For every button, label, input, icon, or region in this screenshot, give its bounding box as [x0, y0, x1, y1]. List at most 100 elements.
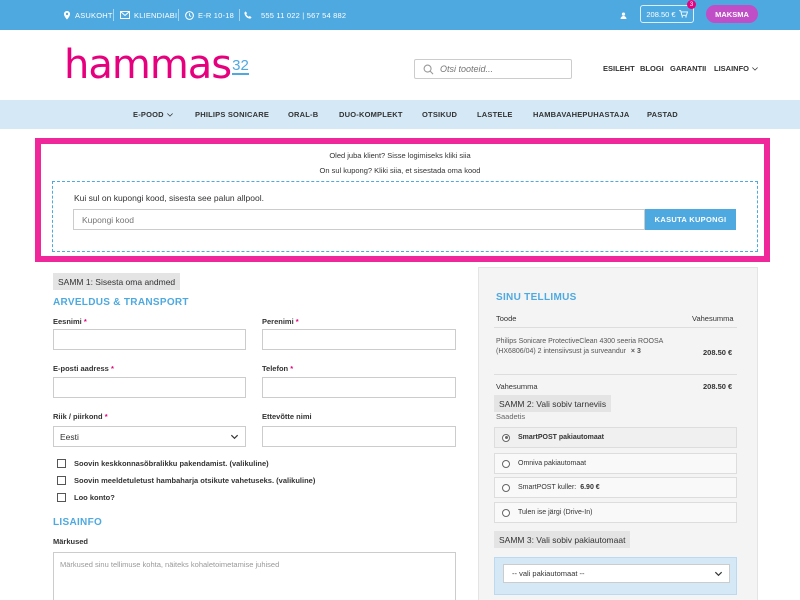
coupon-description: Kui sul on kupongi kood, sisesta see pal…: [74, 193, 264, 203]
phone-label: 555 11 022 | 567 54 882: [261, 10, 347, 20]
menu-hambavahepuhastaja[interactable]: HAMBAVAHEPUHASTAJA: [533, 100, 630, 129]
step-3-badge: SAMM 3: Vali sobiv pakiautomaat: [494, 531, 631, 548]
create-account-checkbox-row[interactable]: Loo konto?: [57, 493, 115, 502]
radio-unselected[interactable]: [502, 483, 510, 492]
billing-title: ARVELDUS & TRANSPORT: [53, 297, 189, 308]
menu-e-pood[interactable]: E-POOD: [133, 100, 173, 129]
order-title: SINU TELLIMUS: [496, 292, 577, 303]
support-label: KLIENDIABI: [134, 10, 178, 20]
radio-unselected[interactable]: [502, 459, 510, 468]
divider: [494, 374, 737, 375]
required-mark: *: [83, 317, 87, 326]
nav-warranty[interactable]: GARANTII: [670, 64, 706, 73]
parcel-locker-select[interactable]: -- vali pakiautomaat --: [503, 564, 730, 583]
divider: [178, 9, 179, 21]
top-bar: ASUKOHT KLIENDIABI E-R 10-18 555 11 022 …: [0, 0, 800, 30]
phone-link[interactable]: 555 11 022 | 567 54 882: [244, 0, 346, 30]
col-subtotal: Vahesumma: [692, 314, 734, 323]
menu-e-pood-label: E-POOD: [133, 110, 164, 119]
search-box[interactable]: [414, 59, 572, 79]
shipping-option-courier[interactable]: SmartPOST kuller: 6.90 €: [494, 477, 737, 498]
apply-coupon-button[interactable]: KASUTA KUPONGI: [645, 209, 736, 230]
first-name-label-text: Eesnimi: [53, 317, 82, 326]
required-mark: *: [110, 364, 114, 373]
logo-number: 32: [232, 57, 249, 75]
menu-duo-komplekt[interactable]: DUO-KOMPLEKT: [339, 100, 403, 129]
location-link[interactable]: ASUKOHT: [63, 0, 113, 30]
shipping-option-drive-in[interactable]: Tulen ise järgi (Drive-In): [494, 502, 737, 523]
support-link[interactable]: KLIENDIABI: [120, 0, 177, 30]
main-menu: E-POOD PHILIPS SONICARE ORAL-B DUO-KOMPL…: [0, 100, 800, 129]
account-icon-link[interactable]: [620, 0, 627, 30]
shipping-option-label: SmartPOST pakiautomaat: [518, 434, 604, 441]
eco-packaging-label: Soovin keskkonnasõbralikku pakendamist. …: [74, 459, 269, 468]
cart-count-badge: 3: [687, 0, 696, 9]
search-input[interactable]: [440, 64, 560, 74]
notes-label: Märkused: [53, 537, 89, 546]
user-icon: [620, 11, 627, 19]
nav-blog[interactable]: BLOGI: [640, 64, 664, 73]
chevron-down-icon: [230, 434, 239, 440]
phone-icon: [244, 11, 252, 19]
menu-philips-sonicare[interactable]: PHILIPS SONICARE: [195, 100, 269, 129]
country-label-text: Riik / piirkond: [53, 412, 103, 421]
menu-pastad[interactable]: PASTAD: [647, 100, 678, 129]
extra-info-title: LISAINFO: [53, 517, 103, 528]
last-name-field[interactable]: [262, 329, 456, 350]
shipping-option-omniva[interactable]: Omniva pakiautomaat: [494, 453, 737, 474]
coupon-code-input[interactable]: [73, 209, 645, 230]
shipping-label: Saadetis: [496, 412, 526, 421]
first-name-label: Eesnimi *: [53, 317, 87, 326]
shipping-option-price: 6.90 €: [580, 484, 600, 491]
eco-packaging-checkbox[interactable]: [57, 459, 66, 468]
eco-packaging-checkbox-row[interactable]: Soovin keskkonnasõbralikku pakendamist. …: [57, 459, 269, 468]
reminder-checkbox[interactable]: [57, 476, 66, 485]
menu-lastele[interactable]: LASTELE: [477, 100, 513, 129]
step-2-badge: SAMM 2: Vali sobiv tarneviis: [494, 395, 612, 412]
phone-label-form: Telefon *: [262, 364, 293, 373]
checkout-button[interactable]: MAKSMA: [706, 5, 758, 23]
login-notice[interactable]: Oled juba klient? Sisse logimiseks kliki…: [0, 151, 800, 160]
search-icon: [423, 64, 434, 74]
cart-total: 208.50 €: [646, 9, 676, 19]
cart-icon: [678, 10, 688, 18]
nav-home[interactable]: ESILEHT: [603, 64, 635, 73]
first-name-field[interactable]: [53, 329, 246, 350]
product-qty: × 3: [630, 348, 641, 355]
hours-label: E-R 10-18: [198, 10, 234, 20]
company-field[interactable]: [262, 426, 456, 447]
product-row: Philips Sonicare ProtectiveClean 4300 se…: [496, 337, 676, 357]
required-mark: *: [295, 317, 299, 326]
location-label: ASUKOHT: [75, 10, 113, 20]
product-price: 208.50 €: [703, 348, 733, 357]
subtotal-value: 208.50 €: [703, 382, 733, 391]
email-label: E-posti aadress *: [53, 364, 114, 373]
phone-field[interactable]: [262, 377, 456, 398]
create-account-checkbox[interactable]: [57, 493, 66, 502]
email-field[interactable]: [53, 377, 246, 398]
reminder-checkbox-row[interactable]: Soovin meeldetuletust hambaharja otsikut…: [57, 476, 315, 485]
menu-otsikud[interactable]: OTSIKUD: [422, 100, 457, 129]
required-mark: *: [104, 412, 108, 421]
location-pin-icon: [63, 10, 71, 20]
clock-icon: [185, 10, 194, 20]
radio-unselected[interactable]: [502, 508, 510, 517]
menu-oral-b[interactable]: ORAL-B: [288, 100, 318, 129]
radio-selected[interactable]: [502, 433, 510, 442]
shipping-option-label: Omniva pakiautomaat: [518, 460, 587, 467]
reminder-label: Soovin meeldetuletust hambaharja otsikut…: [74, 476, 316, 485]
chevron-down-icon: [714, 571, 723, 577]
shipping-option-label: SmartPOST kuller:: [518, 484, 577, 491]
email-label-text: E-posti aadress: [53, 364, 109, 373]
hours-info: E-R 10-18: [185, 0, 234, 30]
shipping-option-smartpost[interactable]: SmartPOST pakiautomaat: [494, 427, 737, 448]
cart-button[interactable]: 208.50 €: [640, 5, 694, 23]
chevron-down-icon: [166, 112, 173, 117]
coupon-notice[interactable]: On sul kupong? Kliki siia, et sisestada …: [0, 166, 800, 175]
site-logo[interactable]: hammas 32: [64, 45, 249, 85]
country-value: Eesti: [60, 431, 79, 442]
nav-more-info[interactable]: LISAINFO: [714, 64, 758, 73]
country-select[interactable]: Eesti: [53, 426, 246, 447]
logo-text: hammas: [64, 42, 232, 88]
order-notes-textarea[interactable]: Märkused sinu tellimuse kohta, näiteks k…: [53, 552, 456, 600]
